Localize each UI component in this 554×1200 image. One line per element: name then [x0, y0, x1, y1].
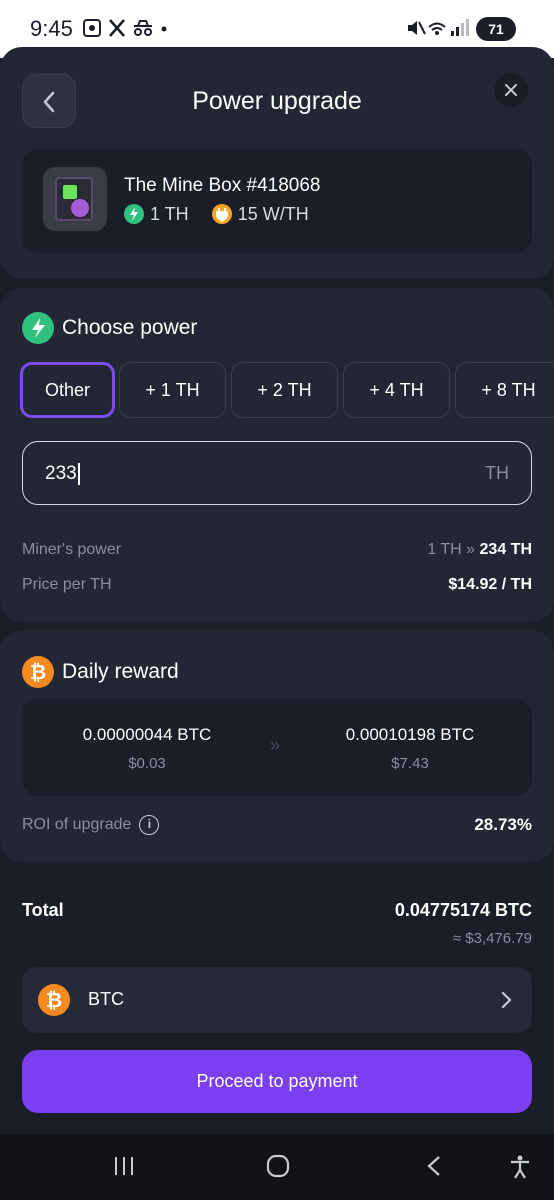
total-usd: ≈ $3,476.79 [452, 930, 532, 947]
back-button[interactable] [22, 74, 76, 128]
power-option-8th[interactable]: + 8 TH [455, 362, 554, 418]
power-amount-input[interactable]: 233 TH [22, 441, 532, 505]
roi-value: 28.73% [474, 815, 532, 834]
status-time: 9:45 [30, 16, 73, 41]
power-option-2th[interactable]: + 2 TH [231, 362, 338, 418]
current-reward-btc: 0.00000044 BTC [82, 725, 212, 744]
power-amount-value: 233 [45, 463, 77, 485]
daily-reward-heading: ₿ Daily reward [22, 656, 179, 688]
new-reward-btc: 0.00010198 BTC [345, 725, 475, 744]
accessibility-icon[interactable] [508, 1154, 532, 1180]
chevron-left-icon [43, 91, 55, 113]
new-reward-usd: $7.43 [391, 755, 429, 772]
miners-power-value: 1 TH » 234 TH [427, 541, 532, 558]
price-per-th-value: $14.92 / TH [448, 576, 532, 593]
product-thumbnail [43, 167, 107, 231]
status-notification-icons [82, 17, 202, 44]
double-chevron-icon: » [466, 541, 476, 558]
roi-label: ROI of upgrade i [22, 815, 160, 835]
payment-currency-selector[interactable]: ₿ BTC [22, 967, 532, 1033]
close-button[interactable] [494, 73, 528, 107]
svg-text:₿: ₿ [30, 662, 46, 684]
current-reward-usd: $0.03 [128, 755, 166, 772]
status-system-icons [405, 17, 471, 43]
back-nav-icon[interactable] [424, 1154, 444, 1178]
product-power: 1 TH [150, 203, 189, 224]
choose-power-heading: Choose power [22, 312, 197, 344]
power-option-4th[interactable]: + 4 TH [343, 362, 450, 418]
battery-indicator: 71 [476, 17, 516, 41]
product-specs: 1 TH 15 W/TH [124, 203, 327, 225]
lightning-icon [124, 204, 144, 225]
power-amount-unit: TH [485, 463, 509, 483]
miners-power-label: Miner's power [22, 541, 122, 558]
system-navigation-bar [0, 1134, 554, 1200]
text-caret [77, 463, 80, 485]
reward-comparison: 0.00000044 BTC $0.03 » 0.00010198 BTC $7… [22, 699, 532, 796]
product-name: The Mine Box #418068 [124, 175, 321, 196]
recent-apps-icon[interactable] [112, 1154, 136, 1178]
price-per-th-label: Price per TH [22, 576, 112, 593]
double-chevron-icon: » [270, 735, 281, 755]
plug-icon [211, 204, 232, 225]
home-icon[interactable] [266, 1154, 290, 1178]
chevron-right-icon [501, 991, 512, 1009]
power-option-1th[interactable]: + 1 TH [119, 362, 226, 418]
product-efficiency: 15 W/TH [237, 203, 309, 224]
product-card [22, 149, 532, 253]
svg-text:₿: ₿ [46, 990, 62, 1012]
total-label: Total [22, 900, 64, 920]
new-reward: 0.00010198 BTC $7.43 [300, 725, 520, 772]
close-icon [505, 84, 517, 96]
bitcoin-icon: ₿ [38, 984, 70, 1016]
power-option-other[interactable]: Other [20, 362, 115, 418]
bitcoin-icon: ₿ [22, 656, 54, 688]
current-reward: 0.00000044 BTC $0.03 [37, 725, 257, 772]
total-btc: 0.04775174 BTC [394, 900, 532, 920]
proceed-to-payment-button[interactable]: Proceed to payment [22, 1050, 532, 1113]
lightning-icon [22, 312, 54, 344]
page-title: Power upgrade [192, 87, 362, 115]
payment-currency-label: BTC [88, 989, 124, 1009]
info-icon[interactable]: i [139, 815, 160, 835]
